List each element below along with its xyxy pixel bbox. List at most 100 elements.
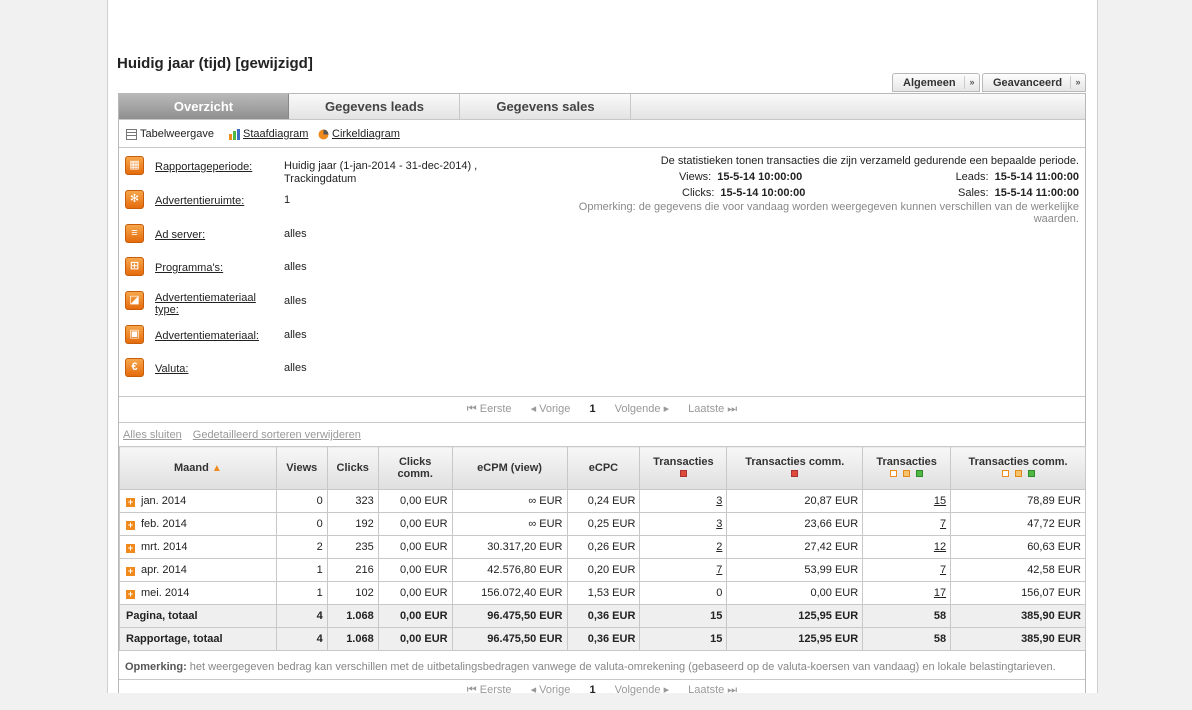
stats-leads: Leads: 15-5-14 11:00:00 (956, 170, 1079, 184)
col-header-transacties-comm-1[interactable]: Transacties comm. (726, 446, 864, 490)
tab-overzicht[interactable]: Overzicht (119, 94, 289, 119)
pager-prev[interactable]: ◂ Vorige (531, 396, 571, 422)
expand-icon[interactable]: + (126, 521, 135, 530)
cell-ecpm-value: 156.072,40 EUR (481, 587, 563, 599)
filter-label-programs[interactable]: Programma's: (155, 262, 275, 274)
server-icon: ≡ (125, 224, 144, 243)
cell-clicks-value: 235 (355, 541, 374, 553)
col-header-ecpm[interactable]: eCPM (view) (451, 446, 568, 490)
pager-first[interactable]: ⏮ Eerste (467, 396, 512, 422)
view-pie-chart[interactable]: Cirkeldiagram (318, 128, 400, 140)
col-header-maand[interactable]: Maand ▲ (119, 446, 277, 490)
geavanceerd-button[interactable]: Geavanceerd » (982, 73, 1086, 92)
cell-maand-value: mrt. 2014 (141, 541, 188, 553)
filter-label-period[interactable]: Rapportageperiode: (155, 161, 275, 173)
cell-trans-comm2: 42,58 EUR (950, 558, 1086, 582)
col-header-clicks[interactable]: Clicks (326, 446, 379, 490)
cell-clicks-comm-value: 0,00 EUR (399, 564, 448, 576)
pager-next[interactable]: Volgende ▸ (615, 684, 669, 696)
cell-trans-comm2: 156,07 EUR (950, 581, 1086, 605)
filter-value-programs: alles (284, 261, 307, 273)
cell-clicks: 216 (326, 558, 379, 582)
col-header-transacties-2[interactable]: Transacties (862, 446, 952, 490)
prev-icon: ◂ (530, 684, 540, 696)
filter-row-period: ▦ Rapportageperiode: Huidig jaar (1-jan-… (125, 156, 585, 185)
cell-trans1-value[interactable]: 7 (716, 564, 722, 576)
next-icon: ▸ (660, 403, 670, 415)
cell-views-value: 1 (316, 564, 323, 576)
cell-views: 0 (275, 512, 328, 536)
cell-clicks-value: 192 (355, 518, 374, 530)
cell-ecpm-value: 30.317,20 EUR (487, 541, 563, 553)
expand-icon[interactable]: + (126, 590, 135, 599)
expand-icon[interactable]: + (126, 498, 135, 507)
calendar-icon: ▦ (125, 156, 144, 175)
chevron-down-icon: » (964, 76, 979, 89)
cell-ecpm: 42.576,80 EUR (451, 558, 568, 582)
filter-value-period: Huidig jaar (1-jan-2014 - 31-dec-2014) ,… (284, 160, 478, 185)
col-header-transacties-comm-1-label: Transacties comm. (745, 456, 845, 468)
table-row: + jan. 2014 0 323 0,00 EUR ∞ EUR 0,24 EUR 3 20,8… (119, 489, 1086, 513)
tab-gegevens-sales[interactable]: Gegevens sales (461, 94, 631, 119)
filter-label-material[interactable]: Advertentiemateriaal: (155, 330, 275, 342)
tab-gegevens-leads[interactable]: Gegevens leads (290, 94, 460, 119)
view-table[interactable]: Tabelweergave (126, 128, 214, 140)
bottom-remark-label: Opmerking: (125, 661, 187, 673)
cell-ecpm: 96.475,50 EUR (451, 604, 568, 628)
pager-last[interactable]: Laatste ⏭ (688, 684, 737, 696)
cell-trans1-value[interactable]: 3 (716, 518, 722, 530)
cell-ecpc: 0,36 EUR (566, 627, 641, 651)
status-approved-icon (916, 470, 924, 477)
cell-trans1-value[interactable]: 2 (716, 541, 722, 553)
table-total-row: Rapportage, totaal 4 1.068 0,00 EUR 96.475,5… (119, 627, 1086, 651)
cell-clicks: 102 (326, 581, 379, 605)
cell-ecpm: 156.072,40 EUR (451, 581, 568, 605)
page-title: Huidig jaar (tijd) [gewijzigd] (117, 55, 313, 72)
cell-trans1-value[interactable]: 3 (716, 495, 722, 507)
cell-trans-comm2: 385,90 EUR (950, 627, 1086, 651)
pager-last[interactable]: Laatste ⏭ (688, 396, 737, 422)
filter-value-material-type: alles (284, 295, 307, 307)
cell-maand: + jan. 2014 (119, 489, 277, 513)
cell-trans-comm2-value: 42,58 EUR (1027, 564, 1081, 576)
col-header-ecpc[interactable]: eCPC (566, 446, 641, 490)
collapse-all-link[interactable]: Alles sluiten (123, 429, 182, 441)
cell-trans2-value[interactable]: 17 (934, 587, 946, 599)
pager-first[interactable]: ⏮ Eerste (467, 684, 512, 696)
cell-trans2-value[interactable]: 7 (940, 564, 946, 576)
status-approved-icon (1027, 470, 1035, 477)
view-bar-chart[interactable]: Staafdiagram (229, 128, 308, 140)
expand-icon[interactable]: + (126, 544, 135, 553)
cell-clicks-comm-value: 0,00 EUR (399, 633, 448, 645)
cell-maand-value: Pagina, totaal (126, 610, 198, 622)
algemeen-button[interactable]: Algemeen » (892, 73, 980, 92)
filter-label-adspace[interactable]: Advertentieruimte: (155, 195, 275, 207)
reset-sort-link[interactable]: Gedetailleerd sorteren verwijderen (193, 429, 361, 441)
cell-clicks-comm-value: 0,00 EUR (399, 610, 448, 622)
cell-ecpc-value: 0,25 EUR (587, 518, 636, 530)
cell-views: 2 (275, 535, 328, 559)
cell-clicks-comm-value: 0,00 EUR (399, 495, 448, 507)
algemeen-label: Algemeen (903, 76, 956, 89)
status-rejected-icon (679, 470, 687, 477)
pager-next[interactable]: Volgende ▸ (615, 396, 669, 422)
table-header-row: Maand ▲ Views Clicks Clicks comm. eCPM (v… (119, 446, 1086, 490)
cell-trans2: 17 (862, 581, 952, 605)
expand-icon[interactable]: + (126, 567, 135, 576)
filter-row-adserver: ≡ Ad server: alles (125, 224, 585, 248)
cell-trans2-value[interactable]: 15 (934, 495, 946, 507)
cell-clicks-value: 323 (355, 495, 374, 507)
bottom-remark: Opmerking: het weergegeven bedrag kan ve… (119, 656, 1085, 680)
filter-label-material-type[interactable]: Advertentiemateriaal type: (155, 292, 275, 316)
filter-label-adserver[interactable]: Ad server: (155, 229, 275, 241)
col-header-transacties-comm-2[interactable]: Transacties comm. (950, 446, 1086, 490)
col-header-transacties-comm-2-label: Transacties comm. (968, 456, 1068, 468)
col-header-clicks-comm[interactable]: Clicks comm. (377, 446, 453, 490)
col-header-views[interactable]: Views (275, 446, 328, 490)
pager-prev[interactable]: ◂ Vorige (531, 684, 571, 696)
cell-trans2-value[interactable]: 12 (934, 541, 946, 553)
cell-trans2-value[interactable]: 7 (940, 518, 946, 530)
filter-label-currency[interactable]: Valuta: (155, 363, 275, 375)
col-header-transacties-1[interactable]: Transacties (639, 446, 728, 490)
cell-views-value: 4 (316, 610, 323, 622)
